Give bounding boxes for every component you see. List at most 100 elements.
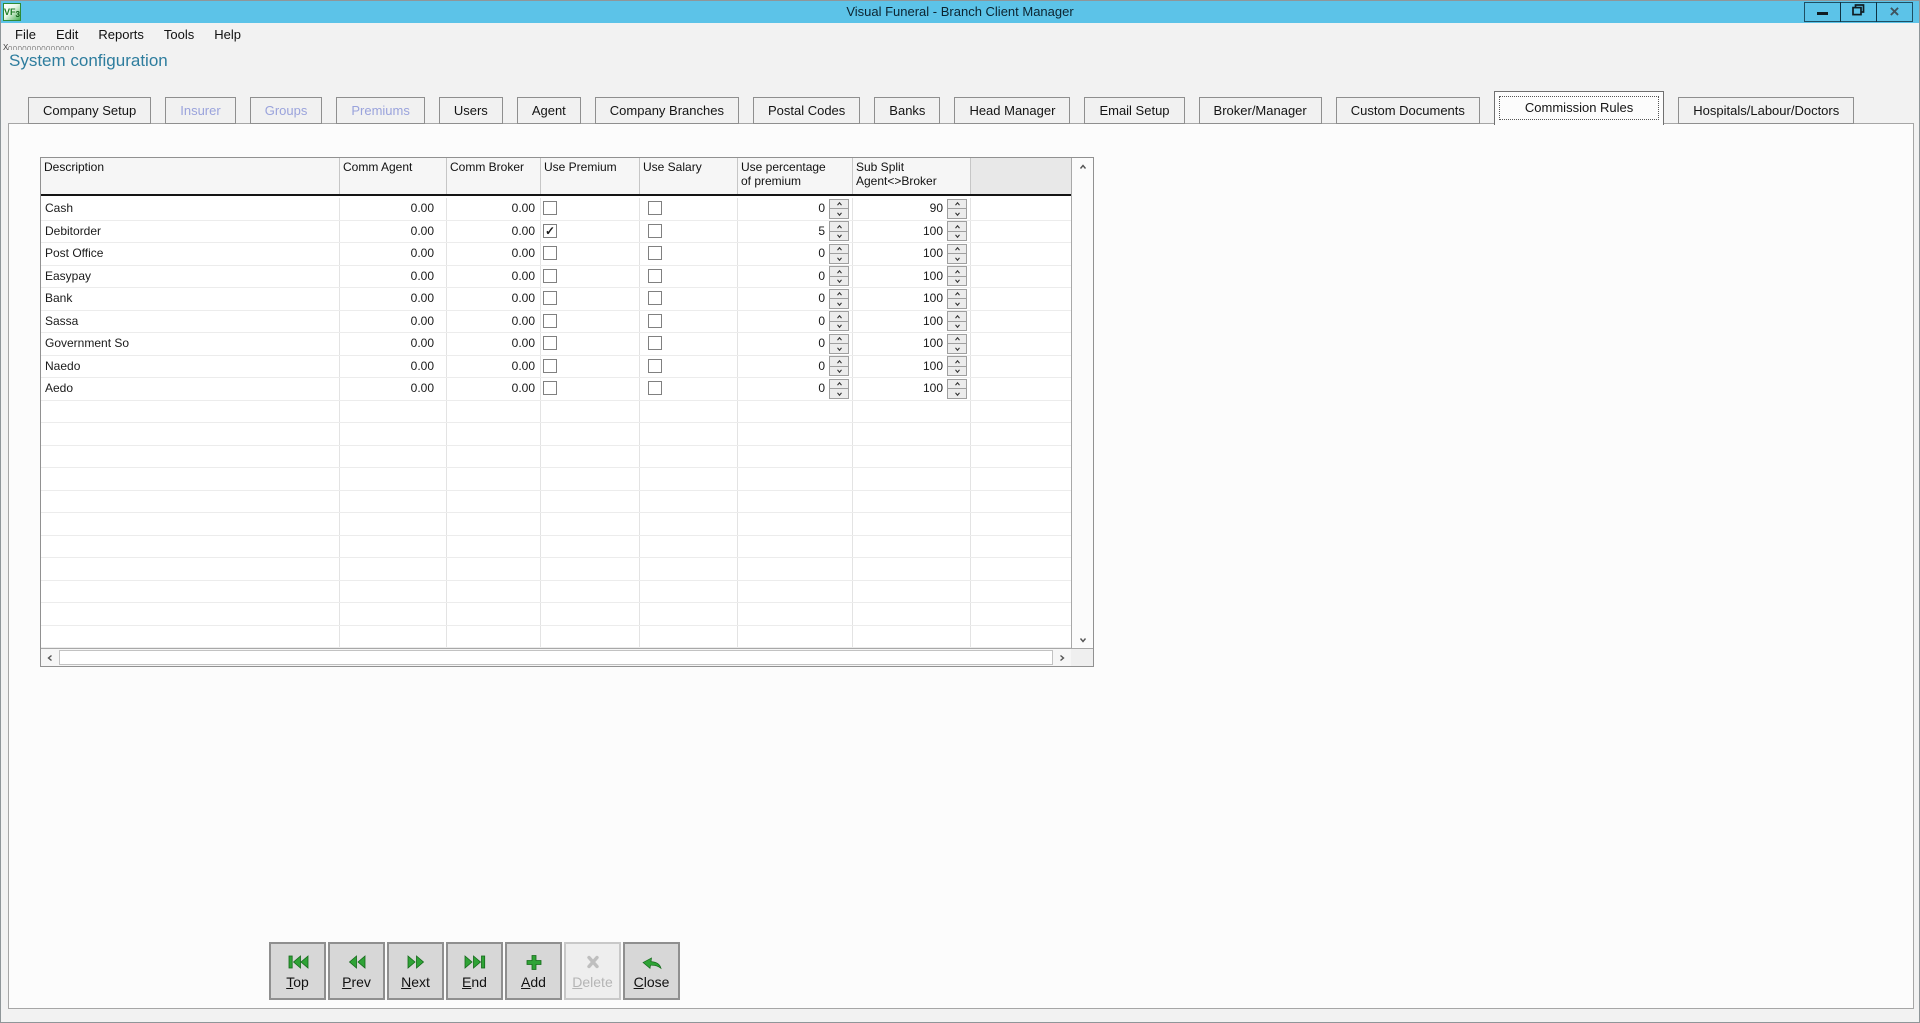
spin-up-icon[interactable] <box>947 311 967 322</box>
sub_split-spinner[interactable] <box>947 221 967 241</box>
menu-file[interactable]: File <box>5 27 46 42</box>
use_premium-checkbox[interactable] <box>543 336 557 350</box>
use_premium-checkbox[interactable]: ✓ <box>543 224 557 238</box>
spin-down-icon[interactable] <box>947 344 967 354</box>
spin-down-icon[interactable] <box>947 367 967 377</box>
tab-agent[interactable]: Agent <box>517 97 581 124</box>
use_salary-checkbox[interactable] <box>648 246 662 260</box>
hscroll-thumb[interactable] <box>59 650 1053 665</box>
use_salary-checkbox[interactable] <box>648 314 662 328</box>
table-row[interactable]: Bank0.000.000100 <box>41 288 1071 311</box>
spin-down-icon[interactable] <box>829 209 849 219</box>
spin-up-icon[interactable] <box>829 244 849 255</box>
spin-up-icon[interactable] <box>947 244 967 255</box>
use_salary-checkbox[interactable] <box>648 336 662 350</box>
tab-banks[interactable]: Banks <box>874 97 940 124</box>
use_percentage-spinner[interactable] <box>829 379 849 399</box>
spin-down-icon[interactable] <box>947 299 967 309</box>
table-row[interactable]: Easypay0.000.000100 <box>41 266 1071 289</box>
spin-up-icon[interactable] <box>947 334 967 345</box>
spin-down-icon[interactable] <box>829 322 849 332</box>
menu-tools[interactable]: Tools <box>154 27 204 42</box>
use_percentage-spinner[interactable] <box>829 311 849 331</box>
use_salary-checkbox[interactable] <box>648 381 662 395</box>
top-button[interactable]: Top <box>269 942 326 1000</box>
spin-down-icon[interactable] <box>947 232 967 242</box>
tab-users[interactable]: Users <box>439 97 503 124</box>
use_percentage-spinner[interactable] <box>829 356 849 376</box>
spin-down-icon[interactable] <box>829 389 849 399</box>
sub_split-spinner[interactable] <box>947 266 967 286</box>
use_premium-checkbox[interactable] <box>543 291 557 305</box>
spin-up-icon[interactable] <box>829 199 849 210</box>
next-button[interactable]: Next <box>387 942 444 1000</box>
tab-custom-documents[interactable]: Custom Documents <box>1336 97 1480 124</box>
close-button[interactable]: Close <box>623 942 680 1000</box>
spin-down-icon[interactable] <box>829 367 849 377</box>
spin-down-icon[interactable] <box>947 209 967 219</box>
tab-hospitals-labour-doctors[interactable]: Hospitals/Labour/Doctors <box>1678 97 1854 124</box>
scroll-down-icon[interactable] <box>1072 631 1093 648</box>
grid-hscrollbar[interactable] <box>41 648 1071 666</box>
spin-up-icon[interactable] <box>829 289 849 300</box>
spin-up-icon[interactable] <box>947 266 967 277</box>
tab-postal-codes[interactable]: Postal Codes <box>753 97 860 124</box>
tab-commission-rules[interactable]: Commission Rules <box>1494 91 1664 125</box>
grid-vscrollbar[interactable] <box>1071 158 1093 648</box>
table-row[interactable]: Naedo0.000.000100 <box>41 356 1071 379</box>
use_percentage-spinner[interactable] <box>829 266 849 286</box>
spin-down-icon[interactable] <box>947 322 967 332</box>
minimize-button[interactable] <box>1804 2 1841 22</box>
spin-up-icon[interactable] <box>829 379 849 390</box>
scroll-right-icon[interactable] <box>1053 649 1071 666</box>
spin-up-icon[interactable] <box>829 221 849 232</box>
menu-help[interactable]: Help <box>204 27 251 42</box>
use_salary-checkbox[interactable] <box>648 201 662 215</box>
sub_split-spinner[interactable] <box>947 334 967 354</box>
spin-up-icon[interactable] <box>829 356 849 367</box>
use_salary-checkbox[interactable] <box>648 359 662 373</box>
table-row[interactable]: Post Office0.000.000100 <box>41 243 1071 266</box>
use_percentage-spinner[interactable] <box>829 289 849 309</box>
spin-up-icon[interactable] <box>829 334 849 345</box>
tab-broker-manager[interactable]: Broker/Manager <box>1199 97 1322 124</box>
menu-reports[interactable]: Reports <box>88 27 154 42</box>
restore-button[interactable] <box>1840 2 1877 22</box>
spin-up-icon[interactable] <box>829 266 849 277</box>
use_premium-checkbox[interactable] <box>543 269 557 283</box>
sub_split-spinner[interactable] <box>947 379 967 399</box>
spin-up-icon[interactable] <box>947 289 967 300</box>
scroll-left-icon[interactable] <box>41 649 59 666</box>
spin-down-icon[interactable] <box>829 277 849 287</box>
spin-up-icon[interactable] <box>947 221 967 232</box>
use_salary-checkbox[interactable] <box>648 291 662 305</box>
spin-up-icon[interactable] <box>947 199 967 210</box>
close-button[interactable]: × <box>1876 2 1913 22</box>
table-row[interactable]: Cash0.000.00090 <box>41 198 1071 221</box>
use_salary-checkbox[interactable] <box>648 224 662 238</box>
use_premium-checkbox[interactable] <box>543 314 557 328</box>
tab-email-setup[interactable]: Email Setup <box>1084 97 1184 124</box>
spin-up-icon[interactable] <box>947 356 967 367</box>
tab-company-setup[interactable]: Company Setup <box>28 97 151 124</box>
sub_split-spinner[interactable] <box>947 311 967 331</box>
use_salary-checkbox[interactable] <box>648 269 662 283</box>
spin-down-icon[interactable] <box>947 277 967 287</box>
spin-up-icon[interactable] <box>947 379 967 390</box>
scroll-up-icon[interactable] <box>1072 158 1093 175</box>
sub_split-spinner[interactable] <box>947 356 967 376</box>
use_percentage-spinner[interactable] <box>829 199 849 219</box>
spin-down-icon[interactable] <box>947 254 967 264</box>
use_premium-checkbox[interactable] <box>543 201 557 215</box>
end-button[interactable]: End <box>446 942 503 1000</box>
table-row[interactable]: Aedo0.000.000100 <box>41 378 1071 401</box>
spin-down-icon[interactable] <box>947 389 967 399</box>
add-button[interactable]: Add <box>505 942 562 1000</box>
spin-down-icon[interactable] <box>829 299 849 309</box>
sub_split-spinner[interactable] <box>947 289 967 309</box>
prev-button[interactable]: Prev <box>328 942 385 1000</box>
spin-down-icon[interactable] <box>829 232 849 242</box>
spin-down-icon[interactable] <box>829 344 849 354</box>
use_percentage-spinner[interactable] <box>829 221 849 241</box>
table-row[interactable]: Government So0.000.000100 <box>41 333 1071 356</box>
